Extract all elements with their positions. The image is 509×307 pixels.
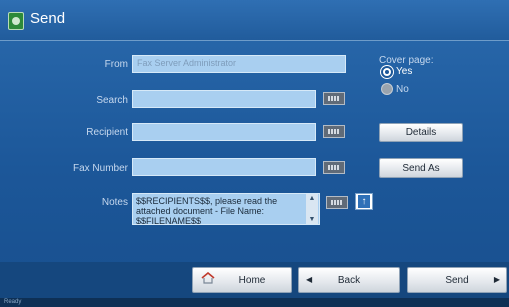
from-field[interactable]: Fax Server Administrator [132,55,346,73]
send-button-label: Send [445,274,469,286]
recipient-label: Recipient [86,127,128,138]
send-screen: Send From Fax Server Administrator Searc… [0,0,509,307]
back-arrow-icon: ◀ [306,275,313,284]
back-button[interactable]: ◀ Back [298,267,400,293]
scroll-down-icon[interactable]: ▼ [307,215,317,224]
search-label: Search [96,95,128,106]
title-bar: Send [0,0,509,41]
back-button-label: Back [337,274,361,286]
status-bar: Ready [0,298,509,307]
notes-scrollbar[interactable]: ▲ ▼ [306,194,318,224]
send-as-button[interactable]: Send As [379,158,463,178]
keyboard-icon[interactable] [323,161,345,174]
keyboard-icon[interactable] [326,196,348,209]
cover-page-yes-label: Yes [396,66,413,77]
send-arrow-icon: ▶ [493,275,500,284]
fax-app-icon [8,12,24,30]
fax-number-input[interactable] [132,158,316,176]
recipient-input[interactable] [132,123,316,141]
up-arrow-icon: ↑ [358,195,370,208]
cover-page-no-label: No [396,84,409,95]
scroll-up-icon[interactable]: ▲ [307,194,317,203]
home-button[interactable]: Home [192,267,292,293]
upload-button[interactable]: ↑ [355,193,373,210]
home-button-label: Home [238,274,266,286]
details-button[interactable]: Details [379,123,463,142]
send-button[interactable]: Send ▶ [407,267,507,293]
keyboard-icon[interactable] [323,92,345,105]
cover-page-yes-radio[interactable] [381,66,393,78]
keyboard-icon[interactable] [323,125,345,138]
bottom-nav-bar: Home ◀ Back Send ▶ [0,262,509,298]
cover-page-no-radio[interactable] [381,83,393,95]
notes-label: Notes [101,197,128,208]
from-label: From [104,59,128,70]
home-icon [201,272,215,284]
cover-page-label: Cover page: [379,55,434,66]
fax-number-label: Fax Number [72,163,128,174]
window-title: Send [30,10,66,27]
search-input[interactable] [132,90,316,108]
notes-textarea[interactable]: $$RECIPIENTS$$, please read the attached… [132,193,320,225]
